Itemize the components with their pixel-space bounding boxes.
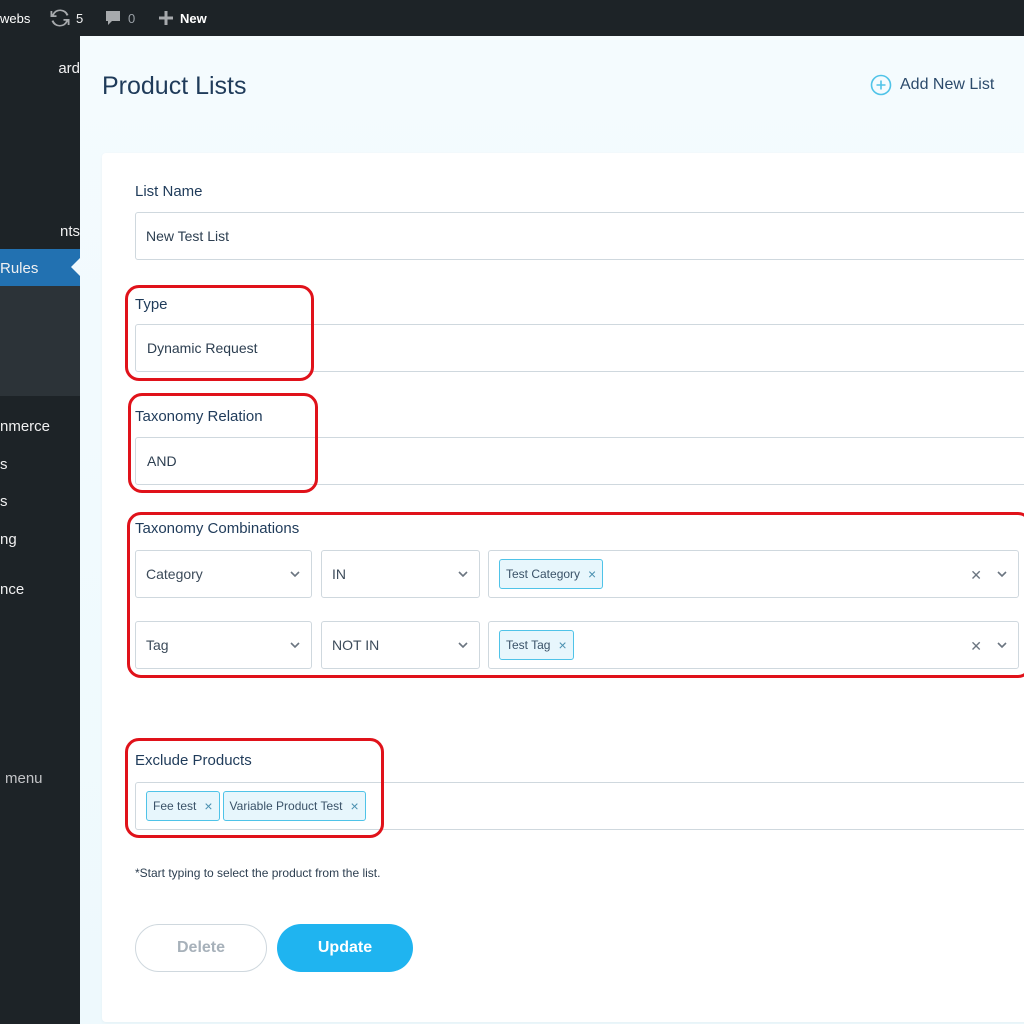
sidebar-item-dashboard[interactable]: ard bbox=[0, 50, 80, 86]
sidebar-item-label: nce bbox=[0, 580, 25, 598]
sidebar-item-label: ng bbox=[0, 530, 17, 548]
sidebar-item-label: s bbox=[0, 455, 8, 473]
delete-button[interactable]: Delete bbox=[135, 924, 267, 972]
active-menu-arrow bbox=[71, 258, 80, 276]
chevron-down-icon bbox=[457, 567, 469, 583]
taxonomy-select[interactable]: Tag bbox=[135, 621, 312, 669]
term-chip: Test Category × bbox=[499, 559, 604, 589]
refresh-icon bbox=[50, 8, 70, 28]
sidebar-item-label: nts bbox=[59, 222, 80, 240]
operator-select[interactable]: NOT IN bbox=[321, 621, 480, 669]
sidebar-item-analytics[interactable]: s bbox=[0, 483, 80, 519]
remove-chip-icon[interactable]: × bbox=[558, 637, 566, 653]
new-label: New bbox=[180, 10, 207, 26]
type-label: Type bbox=[135, 296, 168, 313]
list-name-value: New Test List bbox=[146, 228, 229, 244]
remove-chip-icon[interactable]: × bbox=[351, 798, 359, 814]
remove-chip-icon[interactable]: × bbox=[204, 798, 212, 814]
terms-multiselect[interactable]: Test Tag × ✕ bbox=[488, 621, 1019, 669]
product-chip-label: Variable Product Test bbox=[229, 799, 343, 813]
sidebar-item-comments[interactable]: nts bbox=[0, 213, 80, 249]
plus-circle-icon bbox=[870, 74, 892, 96]
sidebar-item-label: ard bbox=[58, 59, 80, 77]
type-value: Dynamic Request bbox=[147, 340, 258, 356]
list-name-input[interactable]: New Test List bbox=[135, 212, 1024, 260]
site-name-label: webs bbox=[0, 10, 31, 26]
updates-button[interactable]: 5 bbox=[50, 0, 83, 36]
chevron-down-icon bbox=[289, 567, 301, 583]
clear-icon[interactable]: ✕ bbox=[970, 638, 982, 655]
sidebar-item-products[interactable]: s bbox=[0, 446, 80, 482]
product-chip-label: Fee test bbox=[153, 799, 197, 813]
taxonomy-select[interactable]: Category bbox=[135, 550, 312, 598]
comment-icon bbox=[104, 9, 122, 27]
remove-chip-icon[interactable]: × bbox=[588, 566, 596, 582]
terms-multiselect[interactable]: Test Category × ✕ bbox=[488, 550, 1019, 598]
sidebar-item-woocommerce[interactable]: nmerce bbox=[0, 408, 80, 444]
type-field[interactable]: Dynamic Request bbox=[135, 324, 1024, 372]
chevron-down-icon[interactable] bbox=[996, 567, 1008, 583]
sidebar-item-rules[interactable]: Rules bbox=[0, 250, 80, 286]
operator-select-value: IN bbox=[332, 566, 346, 582]
sidebar-item-label: menu bbox=[5, 769, 43, 787]
term-chip: Test Tag × bbox=[499, 630, 574, 660]
exclude-products-label: Exclude Products bbox=[135, 752, 252, 769]
taxonomy-relation-value: AND bbox=[147, 453, 177, 469]
sidebar-item-label: s bbox=[0, 492, 8, 510]
comments-count: 0 bbox=[128, 10, 136, 26]
page-title: Product Lists bbox=[102, 72, 247, 100]
taxonomy-combinations-label: Taxonomy Combinations bbox=[135, 520, 300, 537]
operator-select[interactable]: IN bbox=[321, 550, 480, 598]
submenu-background bbox=[0, 286, 80, 396]
product-chip: Fee test × bbox=[146, 791, 220, 821]
operator-select-value: NOT IN bbox=[332, 637, 380, 653]
update-button[interactable]: Update bbox=[277, 924, 413, 972]
sidebar-item-collapse-menu[interactable]: menu bbox=[0, 760, 80, 796]
comments-button[interactable]: 0 bbox=[104, 0, 135, 36]
exclude-products-hint: *Start typing to select the product from… bbox=[135, 866, 381, 880]
add-new-list-label: Add New List bbox=[900, 76, 995, 93]
updates-count: 5 bbox=[76, 10, 84, 26]
taxonomy-select-value: Category bbox=[146, 566, 203, 582]
term-chip-label: Test Category bbox=[506, 567, 581, 581]
admin-sidebar: ard nts Rules nmerce s s ng nce menu bbox=[0, 36, 80, 1024]
add-new-list-button[interactable]: Add New List bbox=[870, 74, 994, 96]
taxonomy-select-value: Tag bbox=[146, 637, 169, 653]
sidebar-item-appearance[interactable]: nce bbox=[0, 571, 80, 607]
clear-icon[interactable]: ✕ bbox=[970, 567, 982, 584]
site-name-link[interactable]: webs bbox=[0, 0, 30, 36]
admin-bar: webs 5 0 New bbox=[0, 0, 1024, 36]
list-name-label: List Name bbox=[135, 183, 203, 200]
chevron-down-icon[interactable] bbox=[996, 638, 1008, 654]
chevron-down-icon bbox=[289, 638, 301, 654]
main-content: Product Lists Add New List List Name New… bbox=[80, 36, 1024, 1024]
product-chip: Variable Product Test × bbox=[222, 791, 366, 821]
exclude-products-multiselect[interactable]: Fee test × Variable Product Test × bbox=[135, 782, 1024, 830]
taxonomy-relation-label: Taxonomy Relation bbox=[135, 408, 263, 425]
sidebar-item-label: nmerce bbox=[0, 417, 51, 435]
chevron-down-icon bbox=[457, 638, 469, 654]
term-chip-label: Test Tag bbox=[506, 638, 551, 652]
taxonomy-relation-field[interactable]: AND bbox=[135, 437, 1024, 485]
product-list-form: List Name New Test List Type Dynamic Req… bbox=[102, 153, 1024, 1022]
sidebar-item-label: Rules bbox=[0, 259, 39, 277]
plus-icon bbox=[158, 10, 174, 26]
sidebar-item-marketing[interactable]: ng bbox=[0, 521, 80, 557]
new-content-button[interactable]: New bbox=[158, 0, 207, 36]
